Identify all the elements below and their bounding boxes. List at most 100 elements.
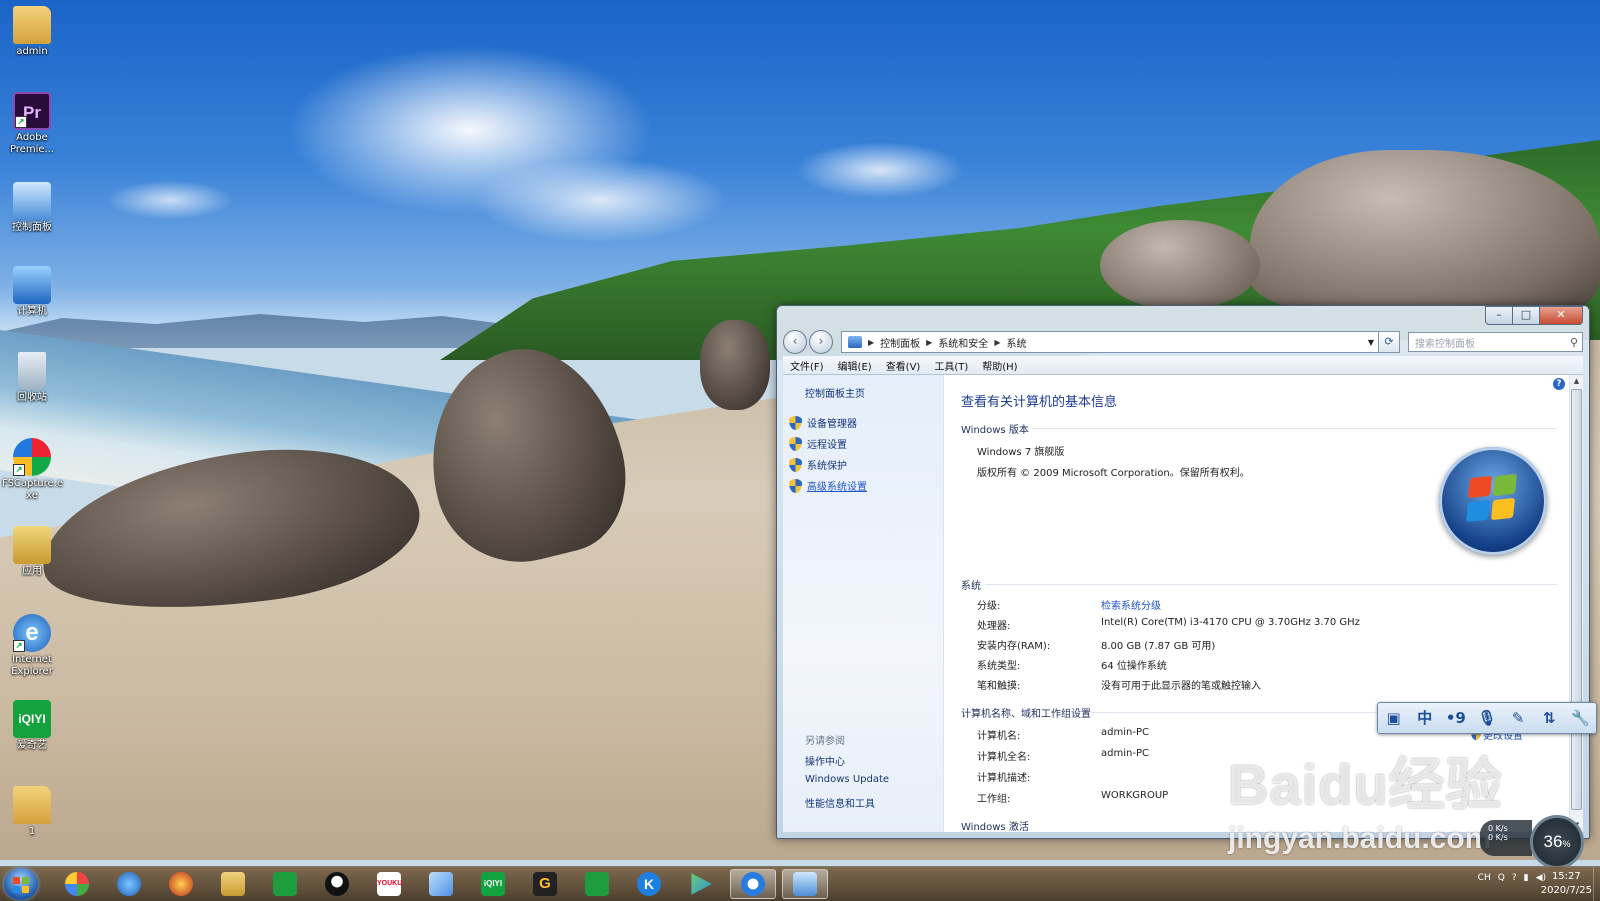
scroll-up-icon[interactable]: ▲ <box>1570 375 1583 388</box>
ime-punctuation-toggle[interactable]: •9 <box>1445 707 1467 729</box>
maximize-button[interactable]: □ <box>1512 306 1540 325</box>
breadcrumb-separator-icon: ▶ <box>926 337 933 347</box>
performance-tools-link[interactable]: 性能信息和工具 <box>805 795 875 810</box>
back-button[interactable]: ‹ <box>783 330 807 354</box>
start-button[interactable] <box>4 868 38 900</box>
section-divider <box>985 584 1557 585</box>
breadcrumb-control-panel[interactable]: 控制面板 <box>880 335 920 350</box>
baidu-watermark: Baidu经验 <box>1228 753 1503 816</box>
tray-help[interactable]: ? <box>1512 873 1517 883</box>
full-name-value: admin-PC <box>1101 748 1149 759</box>
ram-label: 安装内存(RAM): <box>977 641 1051 652</box>
user-folder-icon <box>13 6 51 44</box>
taskbar-media-player[interactable] <box>678 869 724 899</box>
ime-toolbar: ▣ 中 •9 🎙 ✎ ⇅ 🔧 <box>1377 702 1597 734</box>
taskbar-k-app[interactable]: K <box>626 869 672 899</box>
memory-gauge[interactable]: 36% <box>1530 815 1584 869</box>
wrench-icon[interactable]: 🔧 <box>1569 707 1591 729</box>
tray-ime[interactable]: Q <box>1498 873 1505 883</box>
description-label: 计算机描述: <box>977 773 1031 784</box>
taskbar-explorer[interactable] <box>210 869 256 899</box>
recycle-bin-icon <box>18 352 46 390</box>
breadcrumb-system-security[interactable]: 系统和安全 <box>938 335 988 350</box>
menu-tools[interactable]: 工具(T) <box>927 358 975 373</box>
screenshot-icon[interactable]: ▣ <box>1383 707 1405 729</box>
windows-logo-icon <box>1439 447 1547 555</box>
taskbar-game[interactable] <box>158 869 204 899</box>
search-icon[interactable]: ⚲ <box>1570 336 1578 349</box>
device-manager-link[interactable]: 设备管理器 <box>789 415 857 430</box>
forward-button[interactable]: › <box>809 330 833 354</box>
taskbar-g-app[interactable]: G <box>522 869 568 899</box>
taskbar-ie[interactable] <box>106 869 152 899</box>
desktop-icon-label: 爱奇艺 <box>17 740 47 751</box>
handwrite-icon[interactable]: ✎ <box>1507 707 1529 729</box>
desktop-icon-admin[interactable]: admin <box>2 6 62 58</box>
link-label: 高级系统设置 <box>807 482 867 493</box>
system-protection-link[interactable]: 系统保护 <box>789 457 847 472</box>
desktop-icon-label: 控制面板 <box>12 222 52 233</box>
advanced-system-settings-link[interactable]: 高级系统设置 <box>789 478 867 493</box>
minimize-button[interactable]: – <box>1485 306 1513 325</box>
switch-icon[interactable]: ⇅ <box>1538 707 1560 729</box>
taskbar-photos[interactable] <box>54 869 100 899</box>
download-speed: 0 K/s <box>1488 833 1508 842</box>
workgroup-value: WORKGROUP <box>1101 790 1169 801</box>
control-panel-home-link[interactable]: 控制面板主页 <box>805 385 865 400</box>
menu-view[interactable]: 查看(V) <box>879 358 928 373</box>
desktop-icon-folder-1[interactable]: 1 <box>2 786 62 838</box>
tray-lang[interactable]: CH <box>1478 873 1491 883</box>
rating-link[interactable]: 检索系统分级 <box>1101 597 1161 612</box>
control-panel-icon <box>793 872 817 896</box>
taskbar-clock[interactable]: 15:27 2020/7/25 <box>1541 870 1592 898</box>
explorer-icon <box>221 872 245 896</box>
desktop-icon-control-panel[interactable]: 控制面板 <box>2 182 62 234</box>
breadcrumb-system[interactable]: 系统 <box>1006 335 1026 350</box>
menu-help[interactable]: 帮助(H) <box>975 358 1024 373</box>
menu-file[interactable]: 文件(F) <box>783 358 831 373</box>
control-panel-icon <box>848 336 862 348</box>
chevron-down-icon[interactable]: ▼ <box>1368 338 1374 347</box>
desktop-icon-ie[interactable]: e ↗ Internet Explorer <box>2 614 62 678</box>
desktop-icon-label: 计算机 <box>17 306 47 317</box>
system-section-heading: 系统 <box>961 581 981 592</box>
desktop-icon-apps[interactable]: 应用 <box>2 526 62 578</box>
desktop-icon-fscapture[interactable]: ↗ FSCapture.e xe <box>2 438 63 502</box>
desktop-icon-iqiyi[interactable]: iQIYI 爱奇艺 <box>2 700 62 752</box>
taskbar-green-app-2[interactable] <box>574 869 620 899</box>
ime-language-toggle[interactable]: 中 <box>1414 707 1436 729</box>
help-icon[interactable]: ? <box>1553 378 1565 390</box>
refresh-button[interactable]: ⟳ <box>1379 331 1400 353</box>
menu-edit[interactable]: 编辑(E) <box>831 358 879 373</box>
scroll-thumb[interactable] <box>1571 389 1582 810</box>
taskbar-youku[interactable]: YOUKU <box>366 869 412 899</box>
windows-update-link[interactable]: Windows Update <box>805 774 889 785</box>
taskbar-iqiyi[interactable]: iQIYI <box>470 869 516 899</box>
microphone-icon[interactable]: 🎙 <box>1476 707 1498 729</box>
desktop-icon-recycle-bin[interactable]: 回收站 <box>2 352 62 404</box>
show-desktop-button[interactable] <box>1593 867 1600 901</box>
taskbar-green-app[interactable] <box>262 869 308 899</box>
menu-bar: 文件(F) 编辑(E) 查看(V) 工具(T) 帮助(H) <box>783 356 1583 375</box>
upload-speed: 0 K/s <box>1488 824 1508 833</box>
taskbar-control-panel[interactable] <box>782 869 828 899</box>
green-app2-icon <box>585 872 609 896</box>
action-center-link[interactable]: 操作中心 <box>805 753 845 768</box>
shield-icon <box>789 415 802 430</box>
vertical-scrollbar[interactable]: ▲ ▼ <box>1569 375 1583 832</box>
qq-icon <box>325 872 349 896</box>
desktop-icon-computer[interactable]: 计算机 <box>2 266 62 318</box>
logo-flag-yellow <box>1490 497 1516 521</box>
section-divider <box>1031 428 1557 429</box>
desktop-icon-premiere[interactable]: Pr ↗ Adobe Premie... <box>2 92 62 156</box>
taskbar-feather[interactable] <box>418 869 464 899</box>
taskbar-qq[interactable] <box>314 869 360 899</box>
address-bar[interactable]: ▶ 控制面板 ▶ 系统和安全 ▶ 系统 ▼ <box>841 331 1379 353</box>
rock <box>700 320 770 410</box>
network-icon[interactable]: ▮ <box>1524 873 1529 883</box>
search-input[interactable]: 搜索控制面板 ⚲ <box>1408 332 1583 352</box>
taskbar-browser[interactable] <box>730 869 776 899</box>
close-button[interactable]: ✕ <box>1539 306 1583 325</box>
remote-settings-link[interactable]: 远程设置 <box>789 436 847 451</box>
desktop-icon-label: Adobe Premie... <box>9 132 55 155</box>
